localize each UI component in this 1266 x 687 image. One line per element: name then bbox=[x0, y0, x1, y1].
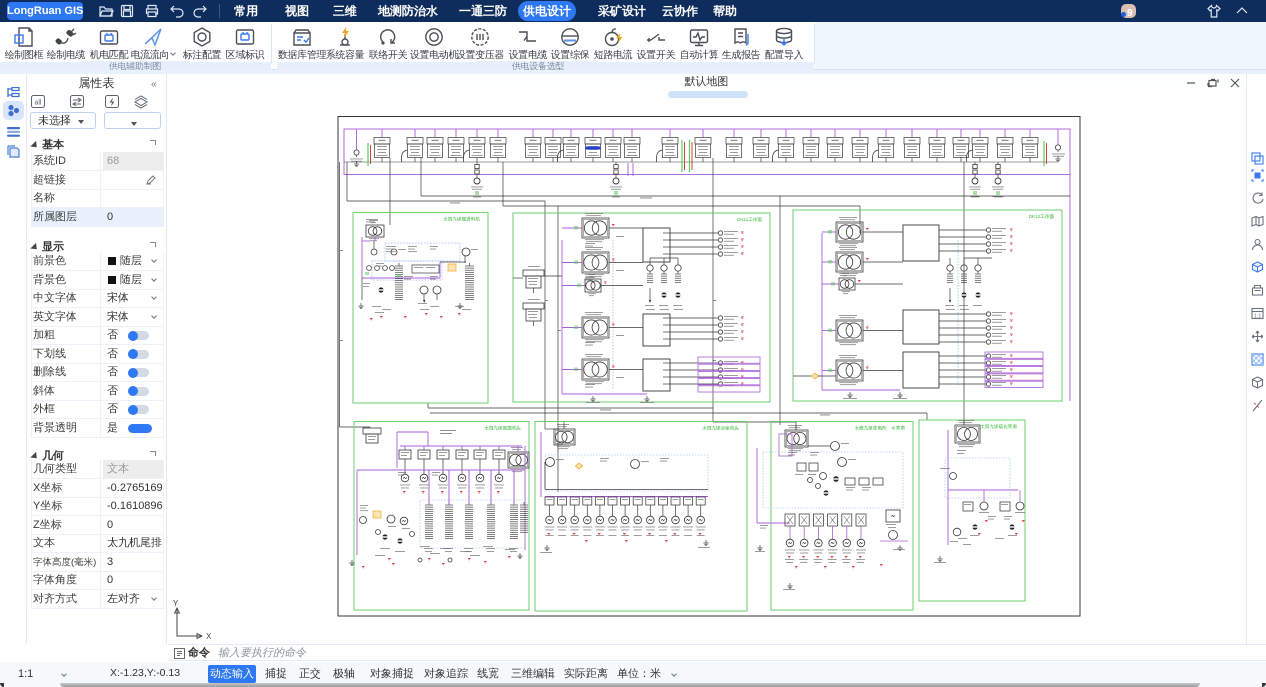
svg-text:all: all bbox=[34, 99, 41, 108]
svg-text:DK11工作面: DK11工作面 bbox=[737, 216, 762, 223]
svg-text:太四九煤回掘机头: 太四九煤回掘机头 bbox=[484, 425, 521, 432]
svg-text:太四九煤硫化泵房: 太四九煤硫化泵房 bbox=[980, 423, 1018, 430]
svg-text:太四九煤运输机头: 太四九煤运输机头 bbox=[702, 425, 739, 432]
svg-text:1:1: 1:1 bbox=[1254, 313, 1262, 320]
svg-text:太西九煤变电所、水泵房: 太西九煤变电所、水泵房 bbox=[854, 425, 906, 432]
svg-text:太四九煤掘进料机: 太四九煤掘进料机 bbox=[443, 216, 480, 223]
svg-text:DK12工作面: DK12工作面 bbox=[1029, 213, 1055, 220]
